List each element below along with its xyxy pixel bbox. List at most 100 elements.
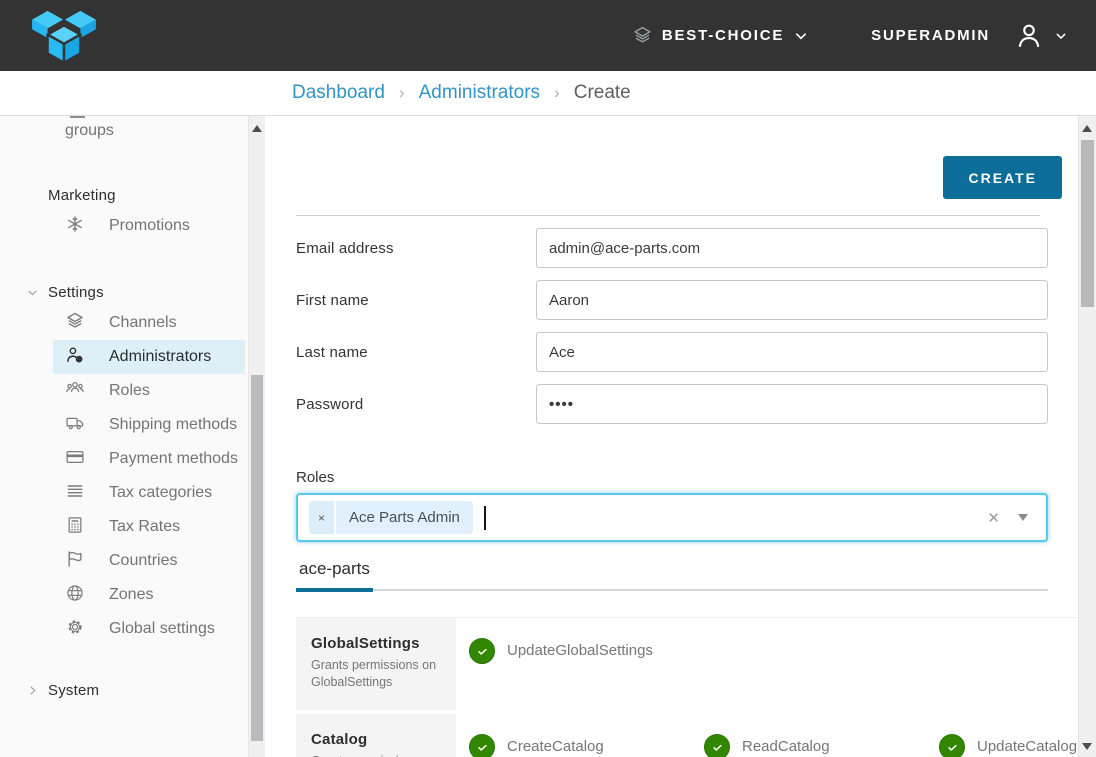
check-icon (475, 644, 490, 659)
sidebar-item-shipping-methods[interactable]: Shipping methods (53, 408, 245, 442)
permission-label: UpdateCatalog (977, 734, 1077, 757)
roles-label: Roles (296, 469, 1048, 486)
main-scrollbar[interactable] (1078, 116, 1096, 757)
create-button[interactable]: CREATE (943, 156, 1062, 199)
channel-name: BEST-CHOICE (662, 27, 784, 44)
permission-group-name: Catalog (311, 731, 446, 748)
sidebar-item-promotions[interactable]: Promotions (53, 209, 245, 243)
administrator-form: Email address First name Last name Passw… (296, 228, 1048, 591)
scroll-up-icon[interactable] (252, 125, 262, 132)
permission-group-description: Grants permissions on Products, Facets (311, 753, 446, 757)
last-name-field[interactable] (536, 332, 1048, 372)
sidebar-item-tax-categories[interactable]: Tax categories (53, 476, 245, 510)
permission-group-description: Grants permissions on GlobalSettings (311, 657, 446, 691)
scroll-down-icon[interactable] (1082, 743, 1092, 750)
form-row-first-name: First name (296, 280, 1048, 320)
sidebar-section-system[interactable]: System (0, 682, 248, 699)
permission-label: CreateCatalog (507, 734, 604, 757)
text-cursor (484, 506, 486, 530)
permission-label: ReadCatalog (742, 734, 830, 757)
main-content: CREATE Email address First name Last nam… (265, 116, 1078, 757)
sidebar-item-customer-groups[interactable]: groups (0, 116, 248, 143)
dropdown-caret-icon[interactable] (1018, 514, 1028, 521)
permission-toggle-on[interactable] (704, 734, 730, 757)
email-label: Email address (296, 240, 536, 257)
channel-tabs: ace-parts (296, 559, 1048, 591)
permission-cell: UpdateGlobalSettings (456, 618, 691, 710)
breadcrumb-administrators[interactable]: Administrators (419, 82, 540, 104)
permission-row-globalsettings: GlobalSettings Grants permissions on Glo… (296, 618, 1078, 710)
permission-cell: UpdateCatalog (926, 714, 1078, 757)
sidebar-item-administrators[interactable]: Administrators (53, 340, 245, 374)
permission-cell: CreateCatalog (456, 714, 691, 757)
check-icon (475, 740, 490, 755)
chevron-down-icon (1054, 29, 1068, 43)
scroll-up-icon[interactable] (1082, 125, 1092, 132)
form-row-email: Email address (296, 228, 1048, 268)
permission-toggle-on[interactable] (469, 638, 495, 664)
admin-app: BEST-CHOICE SUPERADMIN Dashb (0, 0, 1096, 757)
admin-user-icon (65, 345, 85, 365)
sidebar-item-countries[interactable]: Countries (53, 544, 245, 578)
credit-card-icon (65, 447, 85, 467)
last-name-label: Last name (296, 344, 536, 361)
topbar-right: BEST-CHOICE SUPERADMIN (632, 21, 1068, 51)
sidebar-item-roles[interactable]: Roles (53, 374, 245, 408)
sidebar-scrollbar-thumb[interactable] (251, 375, 263, 741)
channel-switcher[interactable]: BEST-CHOICE (632, 25, 809, 46)
email-field[interactable] (536, 228, 1048, 268)
permission-toggle-on[interactable] (939, 734, 965, 757)
permission-group-cell: Catalog Grants permissions on Products, … (296, 714, 456, 757)
roles-block: Roles × Ace Parts Admin ✕ (296, 469, 1048, 542)
sidebar-item-channels[interactable]: Channels (53, 306, 245, 340)
sidebar-item-zones[interactable]: Zones (53, 578, 245, 612)
sidebar-section-marketing[interactable]: Marketing (0, 187, 248, 204)
chevron-down-icon (793, 28, 809, 44)
breadcrumb-separator: › (554, 83, 560, 103)
main-scrollbar-thumb[interactable] (1081, 140, 1094, 307)
user-menu[interactable]: SUPERADMIN (871, 21, 1068, 51)
sidebar-item-payment-methods[interactable]: Payment methods (53, 442, 245, 476)
vendure-logo-icon[interactable] (28, 9, 100, 67)
password-label: Password (296, 396, 536, 413)
role-chip-label: Ace Parts Admin (336, 501, 473, 534)
asterisk-icon (65, 214, 85, 234)
tab-ace-parts[interactable]: ace-parts (296, 559, 373, 592)
flag-icon (65, 549, 85, 569)
breadcrumb-current: Create (574, 82, 631, 104)
first-name-field[interactable] (536, 280, 1048, 320)
password-field[interactable] (536, 384, 1048, 424)
globe-icon (65, 583, 85, 603)
layers-icon (65, 311, 85, 331)
breadcrumb-separator: › (399, 83, 405, 103)
permission-group-name: GlobalSettings (311, 635, 446, 652)
layers-icon (632, 25, 653, 46)
sidebar-item-global-settings[interactable]: Global settings (53, 612, 245, 646)
chevron-right-icon (26, 684, 39, 697)
sidebar-scrollbar[interactable] (248, 116, 265, 757)
clipped-icon (70, 116, 85, 118)
permission-row-catalog: Catalog Grants permissions on Products, … (296, 714, 1078, 757)
permission-label: UpdateGlobalSettings (507, 638, 653, 664)
chip-remove-icon[interactable]: × (309, 501, 334, 534)
sidebar-item-tax-rates[interactable]: Tax Rates (53, 510, 245, 544)
sidebar-section-settings[interactable]: Settings (0, 284, 248, 301)
breadcrumb: Dashboard › Administrators › Create (0, 71, 1096, 116)
cog-icon (65, 617, 85, 637)
chevron-down-icon (26, 286, 39, 299)
calculator-icon (65, 515, 85, 535)
first-name-label: First name (296, 292, 536, 309)
permission-toggle-on[interactable] (469, 734, 495, 757)
breadcrumb-dashboard[interactable]: Dashboard (292, 82, 385, 104)
users-icon (65, 379, 85, 399)
roles-select[interactable]: × Ace Parts Admin ✕ (296, 493, 1048, 542)
clear-selection-icon[interactable]: ✕ (987, 509, 1000, 527)
permission-cell: ReadCatalog (691, 714, 926, 757)
user-icon (1014, 21, 1044, 51)
truck-icon (65, 413, 85, 433)
check-icon (710, 740, 725, 755)
check-icon (945, 740, 960, 755)
sidebar-nav: groups Marketing Promotions Settings (0, 116, 248, 757)
permission-group-cell: GlobalSettings Grants permissions on Glo… (296, 618, 456, 710)
list-icon (65, 481, 85, 501)
